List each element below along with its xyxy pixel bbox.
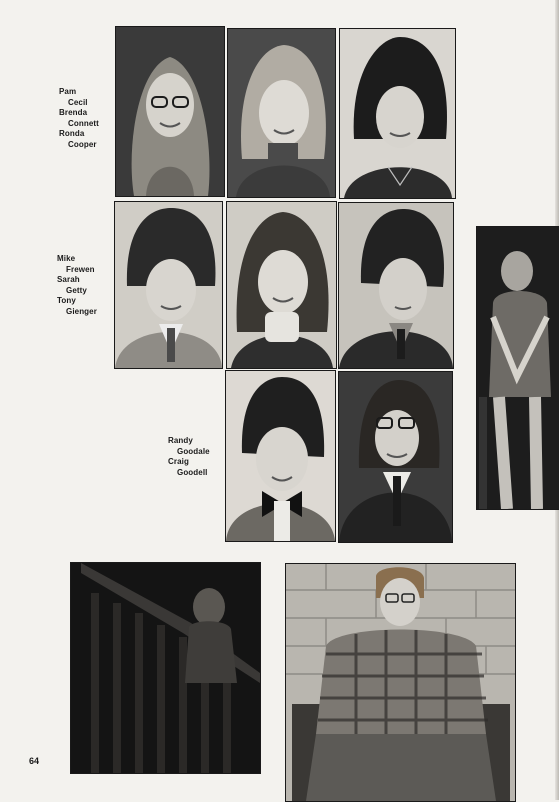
portrait-craig-goodell [338, 371, 453, 543]
candid-stairway-photo [70, 562, 261, 774]
last-name: Cecil [68, 97, 88, 107]
first-name: Tony [57, 296, 76, 305]
first-name: Mike [57, 254, 76, 263]
last-name: Getty [66, 285, 87, 295]
portrait-pam-cecil [115, 26, 225, 197]
candid-chair-photo [285, 563, 516, 802]
last-name: Goodell [177, 467, 208, 477]
last-name: Connett [68, 118, 99, 128]
names-group-2: Mike Frewen Sarah Getty Tony Gienger [57, 254, 97, 317]
last-name: Cooper [68, 139, 97, 149]
last-name: Frewen [66, 264, 95, 274]
portrait-mike-frewen [114, 201, 223, 369]
last-name: Goodale [177, 446, 210, 456]
first-name: Pam [59, 87, 77, 96]
first-name: Brenda [59, 108, 88, 117]
first-name: Sarah [57, 275, 80, 284]
page-number: 64 [29, 756, 40, 766]
portrait-ronda-cooper [339, 28, 456, 199]
first-name: Ronda [59, 129, 85, 138]
last-name: Gienger [66, 306, 97, 316]
candid-side-photo [476, 226, 559, 510]
portrait-sarah-getty [226, 201, 337, 369]
portrait-tony-gienger [338, 202, 454, 369]
names-group-1: Pam Cecil Brenda Connett Ronda Cooper [59, 87, 99, 150]
portrait-randy-goodale [225, 370, 336, 542]
first-name: Randy [168, 436, 193, 445]
portrait-brenda-connett [227, 28, 336, 198]
names-group-3: Randy Goodale Craig Goodell [168, 436, 210, 478]
first-name: Craig [168, 457, 189, 466]
